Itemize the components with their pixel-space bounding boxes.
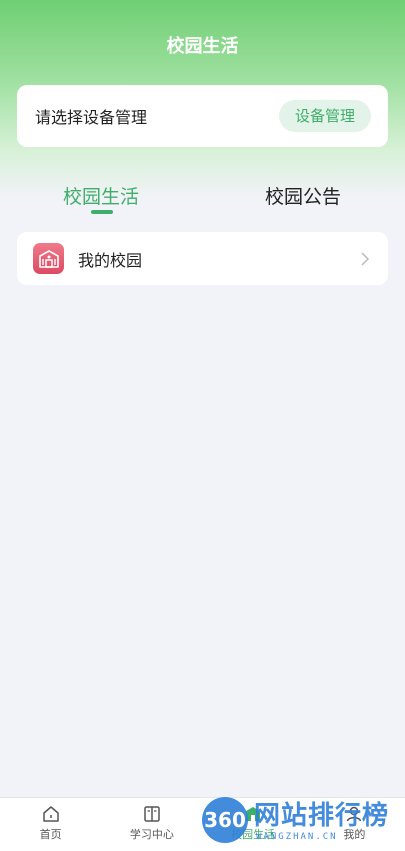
tab-bar: 校园生活 校园公告 <box>0 182 405 218</box>
list-item-label: 我的校园 <box>78 250 143 270</box>
active-tab-indicator <box>91 210 113 214</box>
tab-campus-life[interactable]: 校园生活 <box>41 182 161 209</box>
nav-item-campus-life[interactable]: 校园生活 <box>203 798 304 851</box>
bottom-nav: 首页 学习中心 校园生活 我的 <box>0 797 405 851</box>
campus-icon <box>246 807 261 821</box>
page-title: 校园生活 <box>166 36 239 57</box>
device-prompt: 请选择设备管理 <box>35 108 148 127</box>
nav-item-study-center[interactable]: 学习中心 <box>101 798 202 851</box>
book-icon <box>144 806 160 822</box>
nav-label: 学习中心 <box>129 828 174 841</box>
nav-label: 校园生活 <box>231 828 276 841</box>
nav-item-home[interactable]: 首页 <box>0 798 101 851</box>
device-card: 请选择设备管理 设备管理 <box>17 85 388 147</box>
chevron-right-icon <box>361 251 370 266</box>
device-management-button[interactable]: 设备管理 <box>278 100 371 132</box>
nav-label: 首页 <box>39 828 62 841</box>
user-icon <box>347 806 362 822</box>
list-item-my-campus[interactable]: 我的校园 <box>17 232 388 285</box>
nav-item-mine[interactable]: 我的 <box>304 798 405 851</box>
tab-campus-notice[interactable]: 校园公告 <box>243 182 363 209</box>
home-icon <box>42 806 59 822</box>
campus-building-icon <box>33 243 64 274</box>
nav-label: 我的 <box>343 828 366 841</box>
